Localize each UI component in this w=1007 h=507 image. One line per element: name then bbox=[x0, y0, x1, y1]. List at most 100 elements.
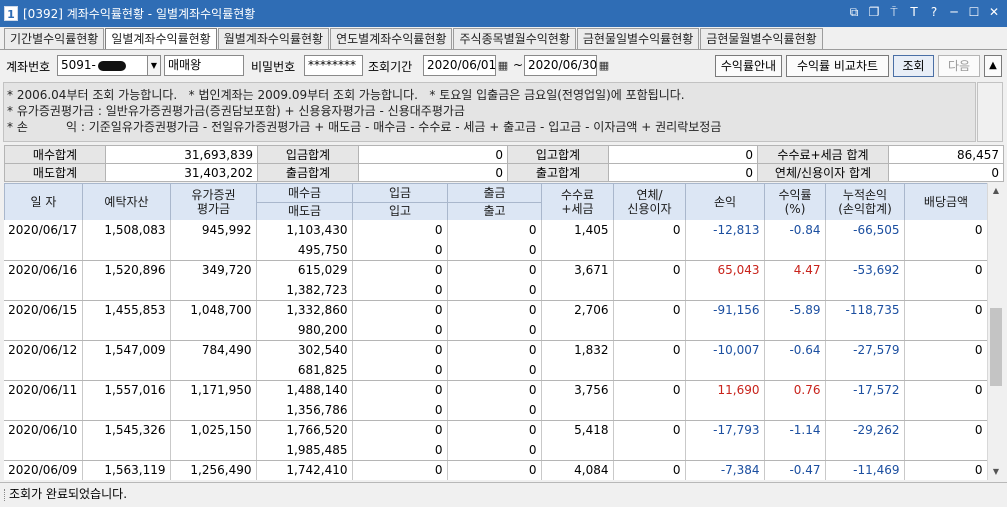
table-row-sub[interactable]: 1,985,485 0 0 bbox=[4, 440, 987, 461]
cell-empty bbox=[4, 240, 83, 261]
sell-total-label: 매도합계 bbox=[4, 163, 106, 182]
table-row[interactable]: 2020/06/17 1,508,083 945,992 1,103,430 0 0 1,4… bbox=[4, 220, 987, 240]
search-bar: 계좌번호 5091- ▼ 매매왕 비밀번호 ******** 조회기간 2020… bbox=[0, 54, 1007, 78]
cell-empty bbox=[685, 440, 765, 461]
account-number-label: 계좌번호 bbox=[6, 60, 51, 74]
close-icon[interactable]: ✕ bbox=[987, 4, 1001, 20]
cell-empty bbox=[4, 280, 83, 301]
copy-window-icon[interactable]: ❐ bbox=[867, 4, 881, 20]
deposit-total-label: 입금합계 bbox=[257, 145, 359, 164]
notice-scrollbar[interactable] bbox=[977, 82, 1003, 142]
font-size-icon[interactable]: T bbox=[907, 4, 921, 20]
next-button[interactable]: 다음 bbox=[938, 55, 980, 77]
cell-cum-pnl: -27,579 bbox=[825, 340, 905, 360]
cell-empty bbox=[613, 320, 686, 341]
cell-empty bbox=[764, 280, 826, 301]
cell-interest: 0 bbox=[613, 260, 686, 280]
table-row-sub[interactable]: 681,825 0 0 bbox=[4, 360, 987, 381]
table-row[interactable]: 2020/06/11 1,557,016 1,171,950 1,488,140 0 0 3… bbox=[4, 380, 987, 400]
table-row-sub[interactable]: 980,200 0 0 bbox=[4, 320, 987, 341]
tab-yearly-account-return[interactable]: 연도별계좌수익률현황 bbox=[330, 28, 453, 49]
cell-buy: 615,029 bbox=[256, 260, 353, 280]
window-title: [0392] 계좌수익률현황 - 일별계좌수익률현황 bbox=[23, 7, 256, 21]
col-dividend[interactable]: 배당금액 bbox=[904, 183, 988, 221]
table-row-sub[interactable]: 1,356,786 0 0 bbox=[4, 400, 987, 421]
cell-interest: 0 bbox=[613, 420, 686, 440]
cell-dividend: 0 bbox=[904, 420, 987, 440]
scroll-down-icon[interactable]: ▼ bbox=[988, 464, 1004, 480]
cell-empty bbox=[4, 360, 83, 381]
tab-gold-daily-return[interactable]: 금현물일별수익률현황 bbox=[576, 28, 700, 49]
table-row-sub[interactable]: 495,750 0 0 bbox=[4, 240, 987, 261]
calendar-to-icon[interactable]: ▦ bbox=[597, 55, 611, 76]
date-from-input[interactable]: 2020/06/01 bbox=[423, 55, 496, 76]
withdraw-total-label: 출금합계 bbox=[257, 163, 359, 182]
grid-scrollbar[interactable]: ▲ ▼ bbox=[987, 183, 1003, 480]
cell-deposit: 0 bbox=[352, 220, 448, 240]
table-row[interactable]: 2020/06/15 1,455,853 1,048,700 1,332,860 0 0 2… bbox=[4, 300, 987, 320]
cell-sell: 1,382,723 bbox=[256, 280, 353, 301]
query-button[interactable]: 조회 bbox=[893, 55, 934, 77]
col-withdraw[interactable]: 출금 bbox=[447, 183, 542, 203]
cell-empty bbox=[541, 360, 614, 381]
col-return-rate[interactable]: 수익률 (%) bbox=[764, 183, 826, 221]
pin-icon[interactable]: ⍑ bbox=[887, 4, 901, 20]
calendar-from-icon[interactable]: ▦ bbox=[496, 55, 510, 76]
help-icon[interactable]: ? bbox=[927, 4, 941, 20]
col-profit-loss[interactable]: 손익 bbox=[685, 183, 765, 221]
grid-body[interactable]: 2020/06/17 1,508,083 945,992 1,103,430 0 0 1,4… bbox=[4, 220, 987, 480]
table-row[interactable]: 2020/06/12 1,547,009 784,490 302,540 0 0 1,832… bbox=[4, 340, 987, 360]
cell-cum-pnl: -17,572 bbox=[825, 380, 905, 400]
col-securities-eval[interactable]: 유가증권 평가금 bbox=[170, 183, 257, 221]
tab-monthly-account-return[interactable]: 월별계좌수익률현황 bbox=[217, 28, 330, 49]
col-cum-profit[interactable]: 누적손익 (손익합계) bbox=[825, 183, 905, 221]
minimize-icon[interactable]: ─ bbox=[947, 4, 961, 20]
link-window-icon[interactable]: ⧉ bbox=[847, 4, 861, 20]
account-dropdown-icon[interactable]: ▼ bbox=[147, 55, 161, 76]
cell-empty bbox=[685, 400, 765, 421]
cell-sell: 1,985,485 bbox=[256, 440, 353, 461]
col-date[interactable]: 일 자 bbox=[4, 183, 83, 221]
tab-stock-monthly-profit[interactable]: 주식종목별월수익현황 bbox=[453, 28, 576, 49]
cell-withdraw: 0 bbox=[447, 260, 542, 280]
tab-divider bbox=[0, 49, 1007, 50]
col-deposit-assets[interactable]: 예탁자산 bbox=[82, 183, 171, 221]
table-row[interactable]: 2020/06/09 1,563,119 1,256,490 1,742,410 0 0 4… bbox=[4, 460, 987, 480]
cell-rate: -0.64 bbox=[764, 340, 826, 360]
date-to-input[interactable]: 2020/06/30 bbox=[524, 55, 597, 76]
col-buy-amount[interactable]: 매수금 bbox=[256, 183, 353, 203]
stock-out-total-label: 출고합계 bbox=[507, 163, 609, 182]
cell-rate: -0.47 bbox=[764, 460, 826, 480]
cell-empty bbox=[764, 240, 826, 261]
cell-date: 2020/06/17 bbox=[4, 220, 83, 240]
scroll-up-icon[interactable]: ▲ bbox=[988, 183, 1004, 199]
cell-empty bbox=[904, 320, 987, 341]
collapse-button[interactable]: ▲ bbox=[984, 55, 1002, 77]
cell-cum-pnl: -118,735 bbox=[825, 300, 905, 320]
cell-dividend: 0 bbox=[904, 220, 987, 240]
maximize-icon[interactable]: ☐ bbox=[967, 4, 981, 20]
compare-chart-button[interactable]: 수익률 비교차트 bbox=[786, 55, 889, 77]
table-row[interactable]: 2020/06/16 1,520,896 349,720 615,029 0 0 3,671… bbox=[4, 260, 987, 280]
tab-period-return[interactable]: 기간별수익률현황 bbox=[4, 28, 105, 49]
col-stock-out[interactable]: 출고 bbox=[447, 201, 542, 221]
scroll-thumb[interactable] bbox=[990, 308, 1002, 386]
col-deposit[interactable]: 입금 bbox=[352, 183, 448, 203]
table-row[interactable]: 2020/06/10 1,545,326 1,025,150 1,766,520 0 0 5… bbox=[4, 420, 987, 440]
col-stock-in[interactable]: 입고 bbox=[352, 201, 448, 221]
profit-guide-button[interactable]: 수익률안내 bbox=[715, 55, 782, 77]
account-number-input[interactable]: 5091- bbox=[57, 55, 148, 76]
cell-securities-eval: 1,025,150 bbox=[170, 420, 257, 440]
app-icon: 1 bbox=[4, 6, 18, 21]
stock-in-total-label: 입고합계 bbox=[507, 145, 609, 164]
grid-header: 일 자 예탁자산 유가증권 평가금 매수금 입금 출금 수수료 +세금 연체/신용이… bbox=[4, 183, 988, 221]
table-row-sub[interactable]: 1,382,723 0 0 bbox=[4, 280, 987, 301]
cell-dividend: 0 bbox=[904, 300, 987, 320]
password-input[interactable]: ******** bbox=[304, 55, 363, 76]
tab-daily-account-return[interactable]: 일별계좌수익률현황 bbox=[105, 28, 217, 50]
col-overdue-interest[interactable]: 연체/신용이자 bbox=[613, 183, 686, 221]
col-fee-tax[interactable]: 수수료 +세금 bbox=[541, 183, 614, 221]
tab-gold-monthly-return[interactable]: 금현물월별수익률현황 bbox=[700, 28, 823, 49]
window-controls: ⧉ ❐ ⍑ T ? ─ ☐ ✕ bbox=[847, 4, 1001, 20]
col-sell-amount[interactable]: 매도금 bbox=[256, 201, 353, 221]
